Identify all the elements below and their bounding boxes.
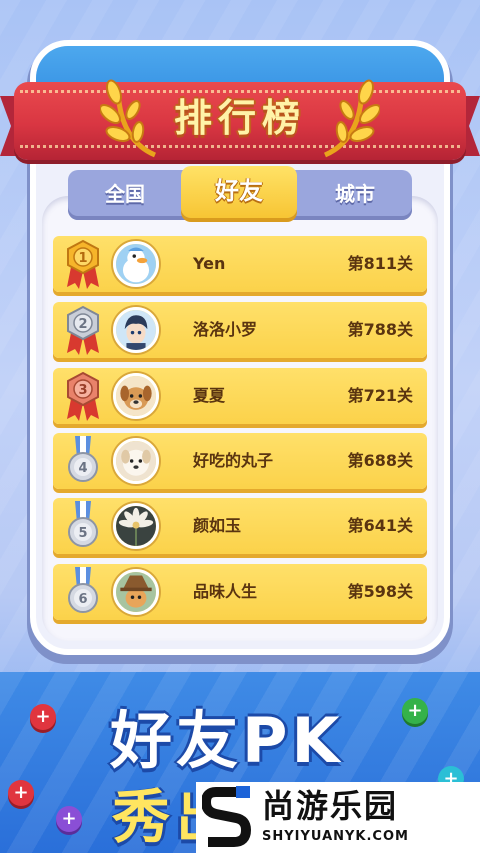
flower-avatar[interactable]: [113, 503, 159, 549]
plus-dot-icon: +: [8, 780, 34, 806]
medal-rank: 6: [78, 592, 87, 607]
player-level: 第721关: [347, 386, 413, 405]
leaderboard-row[interactable]: 5 颜如玉 第641关: [53, 498, 427, 554]
watermark-name-cn: 尚游乐园: [262, 787, 399, 825]
medal-rank: 3: [78, 383, 87, 398]
plus-dot-icon: +: [56, 806, 82, 832]
anime-boy-avatar[interactable]: [113, 307, 159, 353]
grey-medal-icon: 5: [68, 501, 98, 547]
grey-medal-icon: 6: [68, 567, 98, 613]
tab-national[interactable]: 全国: [68, 170, 182, 218]
silver-medal-icon: 2: [67, 305, 99, 355]
player-name: 夏夏: [193, 386, 226, 405]
watermark-name-en: SHYIYUANYK.COM: [262, 829, 409, 844]
plus-dot-icon: +: [402, 698, 428, 724]
player-name: 品味人生: [193, 582, 258, 601]
plus-dot-icon: +: [30, 704, 56, 730]
leaderboard-row[interactable]: 4 好吃的丸子 第688关: [53, 433, 427, 489]
medal-rank: 4: [78, 461, 87, 476]
player-name: 颜如玉: [193, 516, 242, 535]
tab-bar: 全国 好友 城市: [68, 166, 412, 220]
fluffy-dog-avatar[interactable]: [113, 438, 159, 484]
player-level: 第598关: [347, 582, 413, 601]
medal-rank: 1: [78, 251, 87, 266]
bronze-medal-icon: 3: [67, 371, 99, 421]
player-name: 好吃的丸子: [193, 451, 274, 470]
player-level: 第688关: [347, 451, 413, 470]
leaderboard-row[interactable]: 3 夏夏 第721关: [53, 368, 427, 424]
player-name: 洛洛小罗: [193, 320, 258, 339]
leaderboard-row[interactable]: 2 洛洛小罗 第788关: [53, 302, 427, 358]
medal-rank: 5: [78, 526, 87, 541]
player-name: Yen: [193, 254, 226, 273]
grey-medal-icon: 4: [68, 436, 98, 482]
banner-slogan-line1: 好友PK: [110, 704, 344, 777]
medal-rank: 2: [78, 317, 87, 332]
puppy-avatar[interactable]: [113, 373, 159, 419]
player-level: 第641关: [347, 516, 413, 535]
page-title: 排行榜: [173, 96, 306, 140]
cat-hat-avatar[interactable]: [113, 569, 159, 615]
leaderboard-row[interactable]: 6 品味人生 第598关: [53, 564, 427, 620]
tab-city[interactable]: 城市: [298, 170, 412, 218]
duck-avatar[interactable]: [113, 241, 159, 287]
player-level: 第811关: [347, 254, 413, 273]
tab-friends[interactable]: 好友: [181, 166, 297, 218]
leaderboard-row[interactable]: 1 Yen 第811关: [53, 236, 427, 292]
player-level: 第788关: [347, 320, 413, 339]
site-watermark: 尚游乐园 SHYIYUANYK.COM: [196, 782, 480, 853]
gold-medal-icon: 1: [67, 239, 99, 289]
watermark-logo-icon: [202, 786, 251, 847]
